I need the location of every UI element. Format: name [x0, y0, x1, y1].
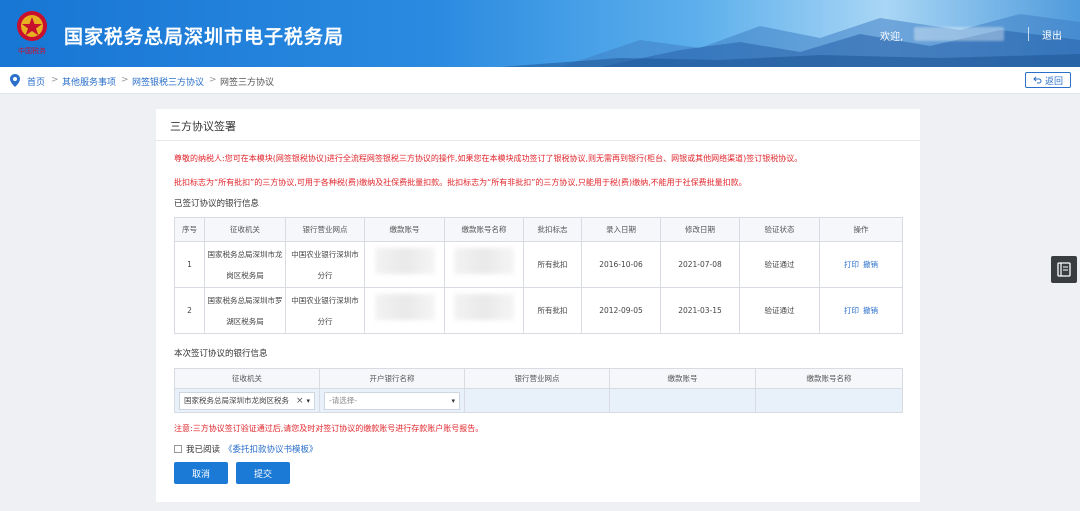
tax-emblem-icon: 中国税务: [17, 11, 47, 55]
agreement-panel: 三方协议签署 尊敬的纳税人:您可在本模块(网签银税协议)进行全流程网签银税三方协…: [156, 109, 920, 502]
signed-agreements-table: 序号 征收机关 银行营业网点 缴款账号 缴款账号名称 批扣标志 录入日期 修改日…: [174, 217, 903, 334]
row-number: 1: [174, 241, 205, 288]
breadcrumb-separator: >: [51, 75, 59, 85]
emblem-caption: 中国税务: [18, 46, 46, 55]
breadcrumb-current: 网签三方协议: [220, 78, 275, 88]
submit-button[interactable]: 提交: [236, 462, 290, 484]
col-header: 修改日期: [660, 217, 740, 242]
batch-flag: 所有批扣: [523, 241, 582, 288]
col-header: 操作: [819, 217, 903, 242]
revoke-link[interactable]: 撤销: [863, 260, 878, 269]
col-header: 缴款账号名称: [444, 217, 524, 242]
col-header: 征收机关: [204, 217, 286, 242]
col-header: 序号: [174, 217, 205, 242]
breadcrumb-bank-tax-agreement[interactable]: 网签银税三方协议: [132, 75, 204, 88]
row-actions: 打印 撤销: [819, 287, 903, 334]
logout-divider: [1028, 27, 1029, 41]
site-title: 国家税务总局深圳市电子税务局: [64, 26, 345, 48]
col-header: 验证状态: [739, 217, 820, 242]
print-link[interactable]: 打印: [844, 260, 859, 269]
revoke-link[interactable]: 撤销: [863, 306, 878, 315]
breadcrumb-separator: >: [121, 75, 129, 85]
clear-icon[interactable]: ×: [296, 393, 304, 409]
redacted-block: [374, 293, 435, 320]
caret-down-icon: ▾: [451, 396, 455, 405]
signed-section-label: 已签订协议的银行信息: [174, 199, 260, 209]
redacted-username: [914, 27, 1004, 41]
breadcrumb-separator: >: [209, 75, 217, 85]
account-name-redacted: [444, 241, 524, 288]
panel-title: 三方协议签署: [170, 120, 236, 133]
agree-checkbox[interactable]: [174, 445, 182, 453]
caret-down-icon: ▾: [306, 396, 310, 405]
agree-row: 我已阅读 《委托扣款协议书模板》: [174, 443, 318, 455]
manual-book-button[interactable]: [1051, 256, 1077, 283]
bank-branch: 中国农业银行深圳市分行: [285, 241, 365, 288]
agree-prefix: 我已阅读: [186, 445, 221, 455]
bank-name-cell: -请选择- ▾: [319, 388, 465, 413]
entry-date: 2016-10-06: [581, 241, 661, 288]
col-header: 银行营业网点: [285, 217, 365, 242]
bank-branch: 中国农业银行深圳市分行: [285, 287, 365, 334]
redacted-block: [454, 293, 514, 320]
tax-authority: 国家税务总局深圳市龙岗区税务局: [204, 241, 286, 288]
logout-link[interactable]: 退出: [1042, 27, 1062, 42]
breadcrumb-other-services[interactable]: 其他服务事项: [62, 75, 116, 88]
table-row: 1 国家税务总局深圳市龙岗区税务局 中国农业银行深圳市分行 所有批扣 2016-…: [174, 241, 903, 288]
entry-date: 2012-09-05: [581, 287, 661, 334]
col-header: 银行营业网点: [464, 368, 610, 389]
cancel-button[interactable]: 取消: [174, 462, 228, 484]
redacted-block: [374, 247, 435, 274]
site-header: 中国税务 国家税务总局深圳市电子税务局 欢迎, 退出: [0, 0, 1080, 67]
bank-branch-input-cell[interactable]: [464, 388, 610, 413]
table-row: 2 国家税务总局深圳市罗湖区税务局 中国农业银行深圳市分行 所有批扣 2012-…: [174, 287, 903, 334]
col-header: 缴款账号: [609, 368, 756, 389]
book-icon: [1057, 262, 1071, 277]
row-number: 2: [174, 287, 205, 334]
bank-name-select[interactable]: -请选择- ▾: [324, 391, 460, 410]
table-header-row: 序号 征收机关 银行营业网点 缴款账号 缴款账号名称 批扣标志 录入日期 修改日…: [174, 217, 903, 242]
modify-date: 2021-07-08: [660, 241, 740, 288]
redacted-block: [454, 247, 514, 274]
col-header: 征收机关: [174, 368, 320, 389]
col-header: 批扣标志: [523, 217, 582, 242]
location-pin-icon: [10, 74, 20, 87]
breadcrumb-home[interactable]: 首页: [27, 75, 45, 88]
col-header: 缴款账号名称: [755, 368, 903, 389]
new-agreement-table: 征收机关 开户银行名称 银行营业网点 缴款账号 缴款账号名称 国家税务总局深圳市…: [174, 368, 903, 413]
col-header: 录入日期: [581, 217, 661, 242]
account-name-input-cell[interactable]: [755, 388, 903, 413]
account-name-redacted: [444, 287, 524, 334]
batch-flag: 所有批扣: [523, 287, 582, 334]
bank-name-placeholder: -请选择-: [329, 395, 357, 405]
back-button-label: 返回: [1044, 76, 1063, 87]
col-header: 开户银行名称: [319, 368, 465, 389]
tax-authority-value: 国家税务总局深圳市龙岗区税务: [184, 395, 289, 405]
modify-date: 2021-03-15: [660, 287, 740, 334]
tax-authority: 国家税务总局深圳市罗湖区税务局: [204, 287, 286, 334]
account-number-input-cell[interactable]: [609, 388, 756, 413]
back-button[interactable]: 返回: [1025, 72, 1071, 88]
print-link[interactable]: 打印: [844, 306, 859, 315]
verify-status: 验证通过: [739, 287, 820, 334]
back-arrow-icon: [1033, 76, 1042, 84]
notice-text-1: 尊敬的纳税人:您可在本模块(网签银税协议)进行全流程网签银税三方协议的操作,如果…: [174, 154, 803, 163]
row-actions: 打印 撤销: [819, 241, 903, 288]
notice-text-2: 批扣标志为“所有批扣”的三方协议,可用于各种税(费)缴纳及社保费批量扣款。批扣标…: [174, 178, 747, 187]
table-row: 国家税务总局深圳市龙岗区税务 × ▾ -请选择- ▾: [174, 388, 903, 413]
table-header-row: 征收机关 开户银行名称 银行营业网点 缴款账号 缴款账号名称: [174, 368, 903, 389]
authority-cell: 国家税务总局深圳市龙岗区税务 × ▾: [174, 388, 320, 413]
welcome-text: 欢迎,: [880, 32, 904, 43]
new-section-label: 本次签订协议的银行信息: [174, 349, 268, 359]
account-number-redacted: [364, 287, 445, 334]
warning-text: 注意:三方协议签订验证通过后,请您及时对签订协议的缴款账号进行存款账户账号报告。: [174, 424, 484, 433]
verify-status: 验证通过: [739, 241, 820, 288]
panel-divider: [156, 140, 920, 141]
tax-authority-select[interactable]: 国家税务总局深圳市龙岗区税务 × ▾: [179, 391, 315, 410]
breadcrumb: 首页 > 其他服务事项 > 网签银税三方协议 > 网签三方协议 返回: [0, 67, 1080, 94]
col-header: 缴款账号: [364, 217, 445, 242]
account-number-redacted: [364, 241, 445, 288]
agreement-template-link[interactable]: 《委托扣款协议书模板》: [224, 443, 318, 455]
